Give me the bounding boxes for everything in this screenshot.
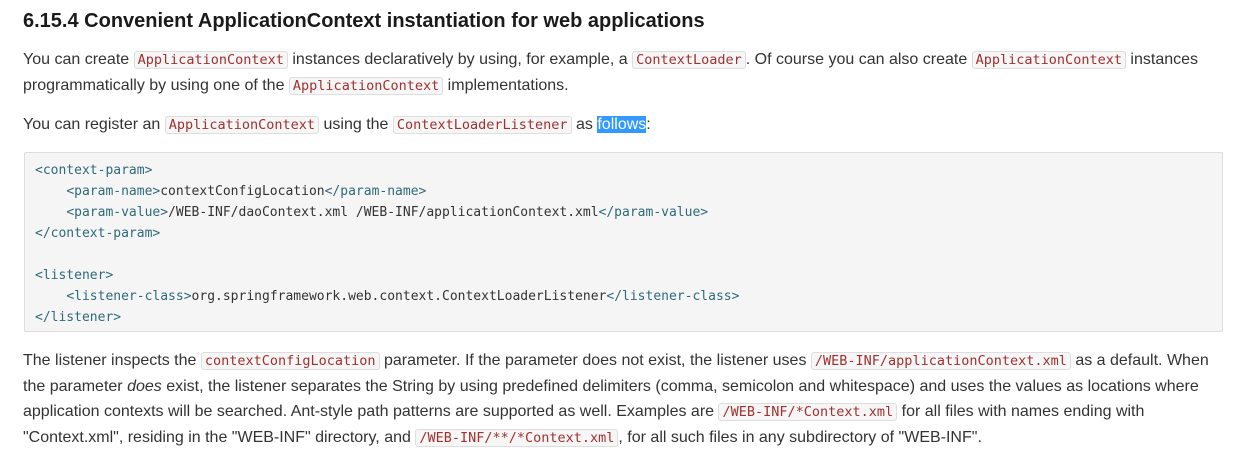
code-tag: </listener-class> bbox=[606, 289, 740, 304]
code-tag: <listener> bbox=[35, 268, 114, 283]
emphasis: does bbox=[127, 378, 162, 395]
text: using the bbox=[319, 116, 393, 133]
text: , for all such files in any subdirectory… bbox=[618, 429, 982, 446]
code-content: <context-param> <param-name>contextConfi… bbox=[35, 160, 739, 328]
code-tag: </param-value> bbox=[598, 205, 709, 220]
register-paragraph: You can register an ApplicationContext u… bbox=[23, 112, 1223, 138]
selected-text[interactable]: follows bbox=[597, 116, 647, 133]
code-text: /WEB-INF/daoContext.xml /WEB-INF/applica… bbox=[168, 205, 599, 220]
inline-code: ApplicationContext bbox=[133, 51, 288, 69]
code-tag: <param-name> bbox=[66, 184, 161, 199]
inline-code: ApplicationContext bbox=[288, 77, 444, 95]
documentation-page: 6.15.4 Convenient ApplicationContext ins… bbox=[0, 0, 1241, 456]
inline-code: /WEB-INF/*Context.xml bbox=[718, 403, 898, 421]
code-tag: </param-name> bbox=[324, 184, 427, 199]
intro-paragraph: You can create ApplicationContext instan… bbox=[23, 47, 1223, 99]
xml-code-block: <context-param> <param-name>contextConfi… bbox=[24, 152, 1223, 332]
inline-code: ApplicationContext bbox=[971, 51, 1126, 69]
code-tag: </context-param> bbox=[35, 226, 161, 241]
section-heading: 6.15.4 Convenient ApplicationContext ins… bbox=[23, 10, 705, 32]
code-tag: <param-value> bbox=[66, 205, 169, 220]
inline-code: /WEB-INF/applicationContext.xml bbox=[810, 352, 1071, 370]
text: as bbox=[571, 116, 598, 133]
code-tag: <listener-class> bbox=[66, 289, 192, 304]
text: . Of course you can also create bbox=[745, 51, 972, 68]
code-tag: <context-param> bbox=[35, 163, 153, 178]
code-text: contextConfigLocation bbox=[160, 184, 325, 199]
text: implementations. bbox=[443, 77, 569, 94]
inline-code: ContextLoaderListener bbox=[392, 116, 572, 134]
code-text: org.springframework.web.context.ContextL… bbox=[191, 289, 607, 304]
listener-paragraph: The listener inspects the contextConfigL… bbox=[23, 348, 1223, 451]
text: parameter. If the parameter does not exi… bbox=[379, 352, 811, 369]
text: instances declaratively by using, for ex… bbox=[287, 51, 633, 68]
text: You can register an bbox=[23, 116, 165, 133]
text: The listener inspects the bbox=[23, 352, 201, 369]
inline-code: /WEB-INF/**/*Context.xml bbox=[415, 429, 619, 447]
inline-code: contextConfigLocation bbox=[200, 352, 380, 370]
inline-code: ContextLoader bbox=[632, 51, 746, 69]
text: You can create bbox=[23, 51, 134, 68]
text: : bbox=[646, 116, 651, 133]
inline-code: ApplicationContext bbox=[164, 116, 320, 134]
code-tag: </listener> bbox=[35, 310, 122, 325]
